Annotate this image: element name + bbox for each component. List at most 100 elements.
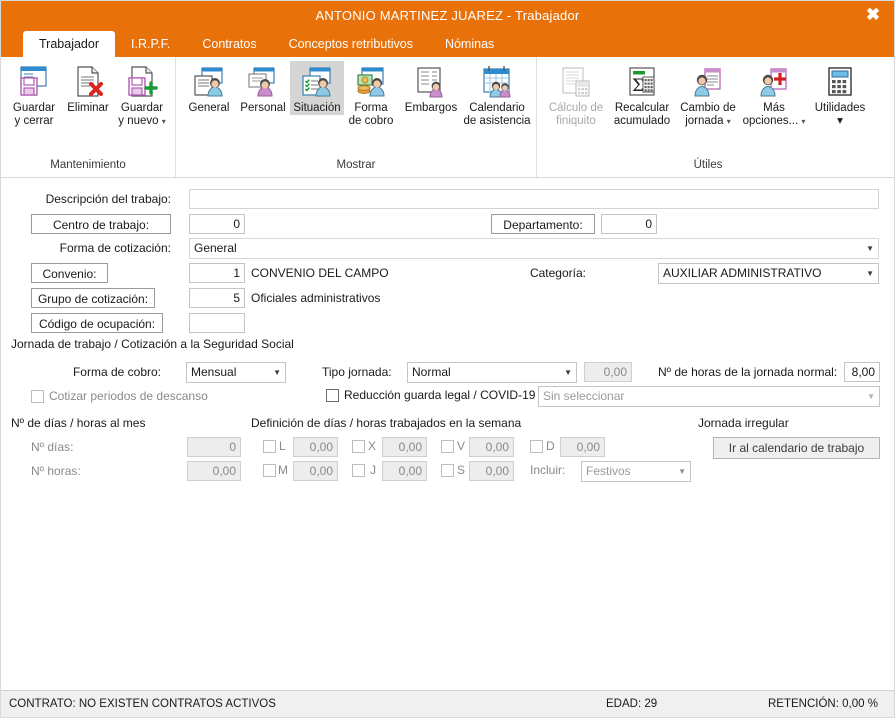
forma-cobro-select[interactable]: Mensual ▼ bbox=[186, 362, 286, 383]
chevron-down-icon[interactable]: ▾ bbox=[162, 117, 166, 126]
mas-opciones-button[interactable]: Más opciones... ▾ bbox=[741, 61, 807, 128]
weekday-checkbox-v[interactable] bbox=[441, 440, 454, 453]
weekday-checkbox-s[interactable] bbox=[441, 464, 454, 477]
mas-opciones-label-1: Más bbox=[763, 102, 785, 114]
svg-text:Σ: Σ bbox=[632, 76, 644, 96]
form-area: Descripción del trabajo: Centro de traba… bbox=[1, 178, 894, 690]
person-list-icon bbox=[690, 64, 726, 100]
title-bar: ANTONIO MARTINEZ JUAREZ - Trabajador ✖ bbox=[1, 1, 894, 31]
tipo-jornada-select[interactable]: Normal ▼ bbox=[407, 362, 577, 383]
cotizar-descanso-checkbox[interactable] bbox=[31, 390, 44, 403]
weekday-letter-j: J bbox=[370, 463, 376, 477]
n-horas-label: Nº horas: bbox=[31, 464, 81, 478]
personal-button[interactable]: Personal bbox=[236, 61, 290, 115]
tab-trabajador[interactable]: Trabajador bbox=[23, 31, 115, 57]
weekday-checkbox-d[interactable] bbox=[530, 440, 543, 453]
close-icon[interactable]: ✖ bbox=[852, 1, 894, 31]
eliminar-label-1: Eliminar bbox=[67, 102, 109, 114]
tab-nominas[interactable]: Nóminas bbox=[429, 31, 510, 57]
horas-jornada-normal-input[interactable]: 8,00 bbox=[844, 362, 880, 382]
ribbon-group-mantenimiento: Guardar y cerrar Eliminar Guardar y nuev… bbox=[1, 57, 175, 177]
calendario-label-1: Calendario bbox=[469, 102, 525, 114]
situacion-button[interactable]: Situación bbox=[290, 61, 344, 115]
personal-label: Personal bbox=[240, 102, 286, 114]
forma-cotizacion-select[interactable]: General ▼ bbox=[189, 238, 879, 259]
reduccion-guarda-legal-select[interactable]: Sin seleccionar ▼ bbox=[538, 386, 880, 407]
status-edad: EDAD: 29 bbox=[606, 698, 658, 710]
ir-al-calendario-button[interactable]: Ir al calendario de trabajo bbox=[713, 437, 880, 459]
guardar-y-cerrar-label-1: Guardar bbox=[12, 102, 56, 114]
weekday-letter-v: V bbox=[457, 439, 466, 453]
chevron-down-icon[interactable]: ▾ bbox=[801, 117, 805, 126]
convenio-code-input[interactable]: 1 bbox=[189, 263, 245, 283]
weekday-checkbox-m[interactable] bbox=[263, 464, 276, 477]
status-contrato: CONTRATO: NO EXISTEN CONTRATOS ACTIVOS bbox=[9, 698, 276, 710]
chevron-down-icon[interactable]: ▾ bbox=[837, 115, 843, 128]
calculo-de-finiquito-button[interactable]: Cálculo de finiquito bbox=[543, 61, 609, 128]
ribbon-group-label-utiles: Útiles bbox=[693, 159, 723, 171]
cambio-de-jornada-button[interactable]: Cambio de jornada ▾ bbox=[675, 61, 741, 128]
tab-irpf[interactable]: I.R.P.F. bbox=[115, 31, 186, 57]
delete-icon bbox=[70, 64, 106, 100]
forma-de-cobro-label-1: Forma bbox=[354, 102, 388, 114]
person-plus-icon bbox=[756, 64, 792, 100]
eliminar-button[interactable]: Eliminar bbox=[61, 61, 115, 115]
convenio-button[interactable]: Convenio: bbox=[31, 263, 108, 283]
weekday-letter-l: L bbox=[279, 439, 286, 453]
weekday-hours-v: 0,00 bbox=[469, 437, 514, 457]
n-dias-input: 0 bbox=[187, 437, 241, 457]
guardar-y-nuevo-label-1: Guardar bbox=[120, 102, 164, 114]
recalcular-acumulado-button[interactable]: Σ Recalcular acumulado bbox=[609, 61, 675, 128]
descripcion-trabajo-input[interactable] bbox=[189, 189, 879, 209]
embargos-button[interactable]: Embargos bbox=[398, 61, 464, 115]
descripcion-trabajo-label: Descripción del trabajo: bbox=[45, 192, 171, 206]
utilidades-button[interactable]: Utilidades ▾ bbox=[807, 61, 873, 128]
grupo-cotizacion-button[interactable]: Grupo de cotización: bbox=[31, 288, 155, 308]
codigo-ocupacion-input[interactable] bbox=[189, 313, 245, 333]
calculo-finiquito-label-1: Cálculo de bbox=[548, 102, 604, 114]
guardar-y-nuevo-label-2: y nuevo ▾ bbox=[118, 115, 166, 127]
calendario-de-asistencia-button[interactable]: Calendario de asistencia bbox=[463, 61, 531, 128]
jornada-irregular-title: Jornada irregular bbox=[698, 416, 789, 430]
reduccion-guarda-legal-label: Reducción guarda legal / COVID-19 bbox=[344, 388, 536, 402]
chevron-down-icon: ▼ bbox=[564, 368, 572, 377]
departamento-input[interactable]: 0 bbox=[601, 214, 657, 234]
situacion-label: Situación bbox=[293, 102, 341, 114]
weekday-hours-d: 0,00 bbox=[560, 437, 605, 457]
save-close-icon bbox=[16, 64, 52, 100]
chevron-down-icon: ▼ bbox=[273, 368, 281, 377]
forma-de-cobro-button[interactable]: Forma de cobro bbox=[344, 61, 398, 128]
mas-opciones-label-2: opciones... ▾ bbox=[742, 115, 806, 127]
chevron-down-icon[interactable]: ▾ bbox=[727, 117, 731, 126]
weekday-checkbox-l[interactable] bbox=[263, 440, 276, 453]
guardar-y-cerrar-button[interactable]: Guardar y cerrar bbox=[7, 61, 61, 128]
save-new-icon bbox=[124, 64, 160, 100]
ribbon-group-mostrar: General Personal Situación Forma de cobr… bbox=[175, 57, 536, 177]
ribbon-group-label-mostrar: Mostrar bbox=[336, 159, 376, 171]
cambio-jornada-label-1: Cambio de bbox=[680, 102, 736, 114]
categoria-label: Categoría: bbox=[529, 266, 586, 280]
document-person-icon bbox=[413, 64, 449, 100]
chevron-down-icon: ▼ bbox=[678, 467, 686, 476]
tab-contratos[interactable]: Contratos bbox=[186, 31, 272, 57]
centro-trabajo-input[interactable]: 0 bbox=[189, 214, 245, 234]
tab-conceptos-retributivos[interactable]: Conceptos retributivos bbox=[273, 31, 429, 57]
weekday-checkbox-j[interactable] bbox=[352, 464, 365, 477]
categoria-value: AUXILIAR ADMINISTRATIVO bbox=[663, 266, 822, 280]
grupo-cotizacion-code-input[interactable]: 5 bbox=[189, 288, 245, 308]
forma-de-cobro-label-2: de cobro bbox=[348, 115, 394, 127]
person-personal-icon bbox=[245, 64, 281, 100]
weekday-checkbox-x[interactable] bbox=[352, 440, 365, 453]
person-general-icon bbox=[191, 64, 227, 100]
incluir-select[interactable]: Festivos ▼ bbox=[581, 461, 691, 482]
departamento-button[interactable]: Departamento: bbox=[491, 214, 595, 234]
centro-trabajo-button[interactable]: Centro de trabajo: bbox=[31, 214, 171, 234]
guardar-y-nuevo-button[interactable]: Guardar y nuevo ▾ bbox=[115, 61, 169, 128]
reduccion-guarda-legal-checkbox[interactable] bbox=[326, 389, 339, 402]
person-situation-icon bbox=[299, 64, 335, 100]
window-title: ANTONIO MARTINEZ JUAREZ - Trabajador bbox=[315, 8, 580, 23]
tipo-jornada-label: Tipo jornada: bbox=[322, 365, 392, 379]
general-button[interactable]: General bbox=[182, 61, 236, 115]
categoria-select[interactable]: AUXILIAR ADMINISTRATIVO ▼ bbox=[658, 263, 879, 284]
codigo-ocupacion-button[interactable]: Código de ocupación: bbox=[31, 313, 163, 333]
